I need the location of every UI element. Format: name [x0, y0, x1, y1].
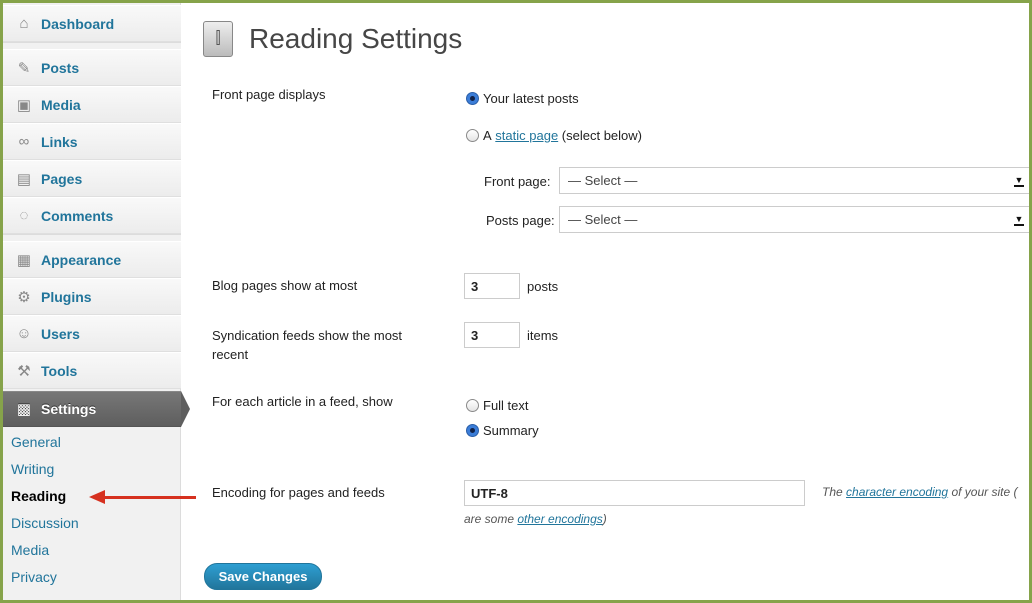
encoding-description: The character encoding of your site ( [822, 485, 1017, 499]
posts-unit-label: posts [527, 279, 559, 294]
screenshot-frame: ⌂ Dashboard ✎ Posts ▣ Media ∞ Links ▤ Pa… [0, 0, 1032, 603]
submenu-privacy[interactable]: Privacy [3, 564, 181, 591]
plugin-icon: ⚙ [17, 288, 31, 306]
radio-full-text[interactable]: Full text [466, 398, 529, 413]
character-encoding-link[interactable]: character encoding [846, 485, 948, 499]
settings-page-icon: ⫿ [203, 21, 233, 57]
front-page-select[interactable]: — Select — ▼ [559, 167, 1029, 194]
radio-summary[interactable]: Summary [466, 423, 539, 438]
front-page-label: Front page displays [212, 87, 326, 102]
pushpin-icon: ✎ [17, 59, 31, 77]
annotation-arrow-line [103, 496, 196, 499]
menu-label: Settings [41, 401, 97, 417]
chevron-down-icon: ▼ [1014, 175, 1024, 187]
menu-label: Users [41, 325, 80, 342]
appearance-icon: ▦ [16, 251, 32, 269]
settings-icon: ▩ [16, 401, 32, 418]
submenu-writing[interactable]: Writing [3, 456, 181, 483]
front-page-select-label: Front page: [484, 174, 551, 189]
menu-posts[interactable]: ✎ Posts [3, 49, 181, 86]
admin-sidebar: ⌂ Dashboard ✎ Posts ▣ Media ∞ Links ▤ Pa… [3, 3, 181, 600]
menu-separator [3, 234, 181, 241]
select-value: — Select — [568, 212, 638, 227]
radio-label: Your latest posts [483, 91, 579, 106]
encoding-input[interactable]: UTF-8 [464, 480, 805, 506]
radio-static-page[interactable]: A static page (select below) [466, 128, 642, 143]
encoding-label: Encoding for pages and feeds [212, 485, 385, 500]
radio-label: Summary [483, 423, 539, 438]
menu-label: Appearance [41, 251, 122, 268]
menu-pages[interactable]: ▤ Pages [3, 160, 181, 197]
posts-page-select[interactable]: — Select — ▼ [559, 206, 1029, 233]
pages-icon: ▤ [16, 170, 32, 188]
desc-text: The [822, 485, 843, 499]
chevron-down-icon: ▼ [1014, 214, 1024, 226]
submenu-discussion[interactable]: Discussion [3, 510, 181, 537]
syndication-label-line1: Syndication feeds show the most [212, 328, 403, 343]
menu-settings[interactable]: ▩ Settings [3, 391, 181, 427]
posts-page-select-label: Posts page: [486, 213, 555, 228]
menu-label: Tools [41, 362, 78, 379]
desc-text: ) [602, 512, 607, 526]
menu-label: Comments [41, 207, 114, 224]
menu-appearance[interactable]: ▦ Appearance [3, 241, 181, 278]
radio-button-checked[interactable] [466, 424, 479, 437]
radio-button[interactable] [466, 399, 479, 412]
feed-items-input[interactable]: 3 [464, 322, 520, 348]
radio-latest-posts[interactable]: Your latest posts [466, 91, 579, 106]
posts-per-page-input[interactable]: 3 [464, 273, 520, 299]
current-menu-arrow [181, 391, 190, 427]
menu-media[interactable]: ▣ Media [3, 86, 181, 123]
items-unit-label: items [527, 328, 559, 343]
desc-text: of your site ( [951, 485, 1018, 499]
comment-icon: ◌ [19, 207, 29, 224]
menu-label: Plugins [41, 288, 92, 305]
select-value: — Select — [568, 173, 638, 188]
menu-separator [3, 42, 181, 49]
menu-label: Posts [41, 59, 80, 76]
link-icon: ∞ [18, 133, 30, 150]
home-icon: ⌂ [19, 15, 29, 32]
submenu-general[interactable]: General [3, 429, 181, 456]
encoding-description-2: are some other encodings) [464, 512, 607, 526]
settings-submenu: General Writing Reading Discussion Media… [3, 429, 181, 591]
menu-label: Links [41, 133, 78, 150]
other-encodings-link[interactable]: other encodings [517, 512, 602, 526]
media-icon: ▣ [16, 96, 32, 114]
syndication-label-line2: recent [212, 347, 249, 362]
menu-label: Pages [41, 170, 83, 187]
annotation-arrow-icon [89, 490, 105, 504]
save-changes-button[interactable]: Save Changes [204, 563, 322, 590]
menu-tools[interactable]: ⚒ Tools [3, 352, 181, 389]
menu-comments[interactable]: ◌ Comments [3, 197, 181, 234]
radio-label-prefix: A [483, 128, 492, 143]
tools-icon: ⚒ [17, 362, 31, 380]
blog-pages-label: Blog pages show at most [212, 278, 358, 293]
menu-dashboard[interactable]: ⌂ Dashboard [3, 5, 181, 42]
radio-label: Full text [483, 398, 529, 413]
menu-plugins[interactable]: ⚙ Plugins [3, 278, 181, 315]
menu-label: Dashboard [41, 15, 115, 32]
radio-button-checked[interactable] [466, 92, 479, 105]
menu-links[interactable]: ∞ Links [3, 123, 181, 160]
submenu-media[interactable]: Media [3, 537, 181, 564]
static-page-link[interactable]: static page [495, 128, 558, 143]
users-icon: ☺ [16, 325, 32, 342]
radio-label-suffix: (select below) [561, 128, 642, 143]
menu-users[interactable]: ☺ Users [3, 315, 181, 352]
feed-article-label: For each article in a feed, show [212, 394, 393, 409]
radio-button[interactable] [466, 129, 479, 142]
desc-text: are some [464, 512, 515, 526]
page-title: Reading Settings [249, 23, 463, 54]
menu-label: Media [41, 96, 81, 113]
